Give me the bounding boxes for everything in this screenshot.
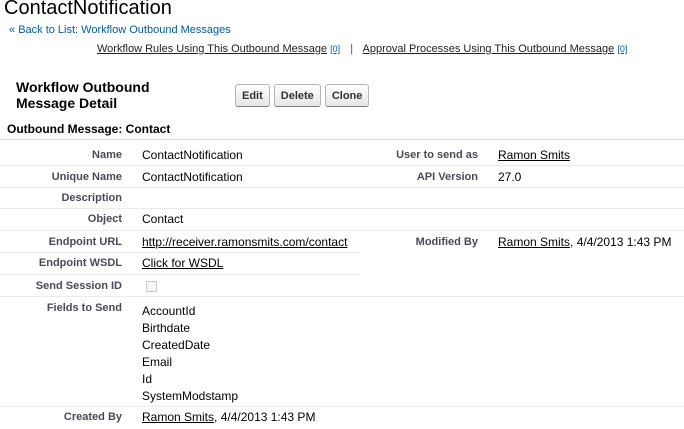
send-session-id-label: Send Session ID [35,280,122,292]
endpoint-wsdl-label: Endpoint WSDL [38,257,122,269]
description-label: Description [61,192,122,204]
breadcrumb: « Back to List: Workflow Outbound Messag… [9,24,231,36]
row-divider [0,296,684,297]
row-divider [0,406,684,407]
list-item: AccountId [142,304,196,318]
row-divider [0,274,360,275]
workflow-rules-link[interactable]: Workflow Rules Using This Outbound Messa… [97,43,327,55]
send-session-id-checkbox [146,281,157,292]
unique-name-label: Unique Name [51,171,122,183]
object-label: Object [87,213,122,225]
section-divider [0,139,684,140]
endpoint-url-label: Endpoint URL [48,236,122,248]
fields-to-send-label: Fields to Send [46,302,122,314]
modified-by-date: , 4/4/2013 1:43 PM [570,235,672,249]
row-divider [0,165,684,166]
row-divider [0,208,684,209]
user-to-send-as-link[interactable]: Ramon Smits [498,148,570,162]
api-version-value: 27.0 [498,170,522,184]
modified-by-user-link[interactable]: Ramon Smits [498,235,570,249]
detail-header: Workflow Outbound Message Detail [16,79,150,111]
back-arrow-icon: « [9,24,16,36]
page-title: ContactNotification [4,0,172,19]
related-lists-links: Workflow Rules Using This Outbound Messa… [97,43,627,55]
unique-name-value: ContactNotification [142,170,243,184]
clone-button[interactable]: Clone [324,84,370,107]
list-item: Birthdate [142,321,191,335]
delete-button[interactable]: Delete [273,84,321,107]
endpoint-url-link[interactable]: http://receiver.ramonsmits.com/contact [142,235,347,249]
edit-button[interactable]: Edit [235,84,270,107]
name-value: ContactNotification [142,148,243,162]
api-version-label: API Version [416,171,478,183]
endpoint-wsdl-link[interactable]: Click for WSDL [142,256,223,270]
created-by-date: , 4/4/2013 1:43 PM [214,410,316,424]
modified-by-value: Ramon Smits, 4/4/2013 1:43 PM [498,235,671,249]
approval-processes-count[interactable]: [0] [617,44,627,54]
link-separator: | [350,43,354,55]
detail-buttons: Edit Delete Clone [235,84,370,107]
list-item: Id [142,372,153,386]
list-item: SystemModstamp [142,389,239,403]
section-title: Outbound Message: Contact [7,122,171,136]
row-divider [0,230,684,231]
created-by-label: Created By [63,411,122,423]
created-by-user-link[interactable]: Ramon Smits [142,410,214,424]
workflow-rules-count[interactable]: [0] [330,44,340,54]
fields-to-send-list: AccountId Birthdate CreatedDate Email Id… [142,303,238,405]
list-item: CreatedDate [142,338,211,352]
back-to-list-link[interactable]: Back to List: Workflow Outbound Messages [18,24,231,36]
row-divider [0,187,684,188]
list-item: Email [142,355,173,369]
modified-by-label: Modified By [415,236,478,248]
user-to-send-as-label: User to send as [396,149,478,161]
name-label: Name [92,149,122,161]
object-value: Contact [142,212,184,226]
created-by-value: Ramon Smits, 4/4/2013 1:43 PM [142,410,315,424]
row-divider [0,252,360,253]
approval-processes-link[interactable]: Approval Processes Using This Outbound M… [363,43,615,55]
